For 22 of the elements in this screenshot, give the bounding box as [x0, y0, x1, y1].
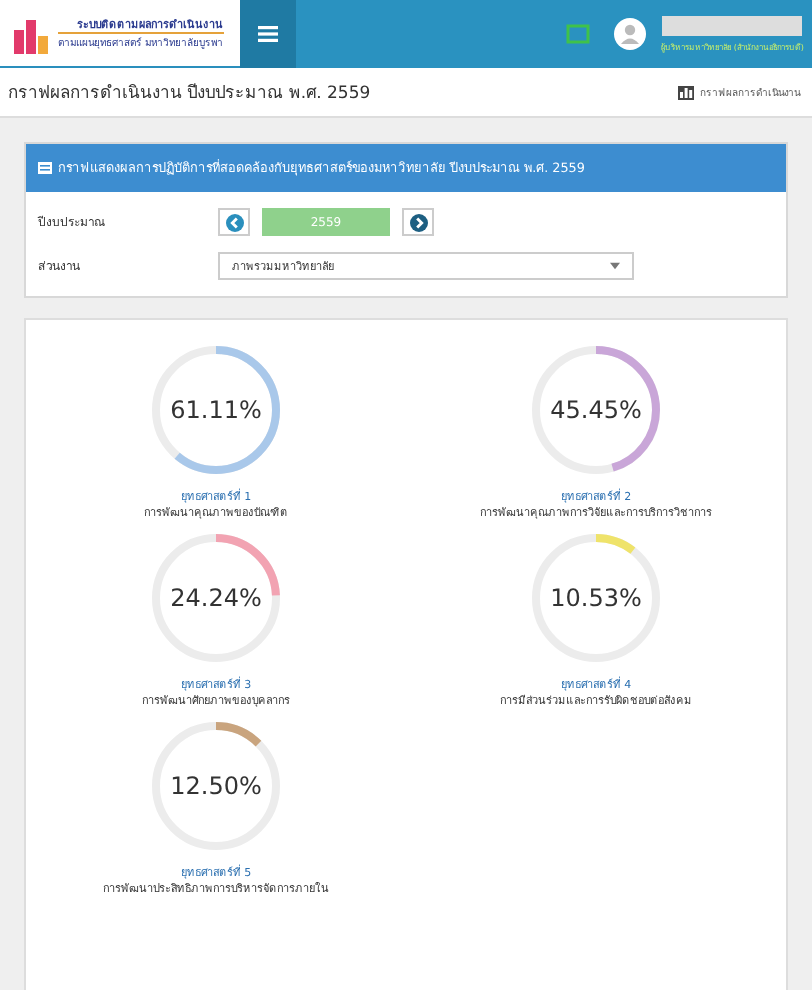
chart-icon: [678, 85, 694, 99]
dropdown-caret-icon: [610, 262, 620, 270]
previous-year-button[interactable]: [218, 208, 250, 236]
progress-ring: [526, 340, 666, 480]
next-year-button[interactable]: [402, 208, 434, 236]
progress-ring: [526, 528, 666, 668]
percent-value: 61.11%: [170, 396, 262, 424]
menu-icon: [258, 26, 278, 42]
percent-value: 12.50%: [170, 772, 262, 800]
user-name-placeholder: [661, 15, 802, 35]
avatar-icon[interactable]: [613, 18, 646, 50]
chevron-right-icon: [409, 213, 427, 231]
progress-ring: [146, 716, 286, 856]
menu-button[interactable]: [240, 0, 296, 68]
list-icon: [38, 162, 52, 174]
percent-value: 45.45%: [550, 396, 642, 424]
page-title: กราฟผลการดำเนินงาน ปีงบประมาณ พ.ศ. 2559: [8, 81, 371, 106]
percent-value: 10.53%: [550, 584, 642, 612]
percent-value: 24.24%: [170, 584, 262, 612]
progress-ring: [146, 528, 286, 668]
progress-ring: [146, 340, 286, 480]
chevron-left-icon: [225, 213, 243, 231]
